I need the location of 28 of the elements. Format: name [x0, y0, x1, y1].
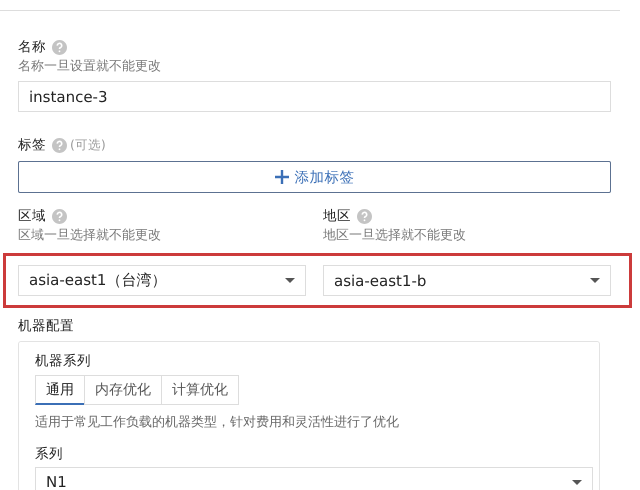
help-icon[interactable] — [52, 40, 67, 54]
dropdown-arrow-icon — [590, 278, 600, 283]
dropdown-arrow-icon — [572, 480, 582, 484]
section-title: 机器配置 — [18, 317, 75, 335]
help-icon[interactable] — [357, 208, 372, 224]
field-label: 区域 — [18, 207, 46, 225]
field-hint: 地区一旦选择就不能更改 — [323, 227, 467, 244]
field-hint: 名称一旦设置就不能更改 — [18, 58, 162, 75]
field-label: 系列 — [35, 445, 64, 463]
select-field[interactable]: N1 — [35, 467, 593, 490]
description-text: 适用于常见工作负载的机器类型，针对费用和灵活性进行了优化 — [35, 414, 400, 431]
field-label: 标签 — [18, 136, 46, 154]
tab[interactable]: 通用 — [35, 375, 85, 405]
dropdown-arrow-icon — [285, 278, 295, 283]
optional-note: (可选) — [70, 136, 106, 154]
plus-icon — [274, 170, 288, 184]
select-field[interactable]: asia-east1（台湾） — [18, 265, 306, 296]
name-field[interactable]: instance-3 — [18, 81, 611, 112]
tab[interactable]: 内存优化 — [84, 375, 162, 405]
field-label: 地区 — [323, 207, 351, 225]
field-hint: 区域一旦选择就不能更改 — [18, 227, 162, 244]
field-label: 机器系列 — [35, 352, 92, 370]
field-label: 名称 — [18, 38, 46, 56]
help-icon[interactable] — [52, 208, 67, 224]
tab[interactable]: 计算优化 — [161, 375, 239, 405]
select-field[interactable]: asia-east1-b — [323, 265, 611, 296]
add-label-button[interactable]: 添加标签 — [18, 161, 611, 193]
help-icon[interactable] — [52, 138, 67, 152]
